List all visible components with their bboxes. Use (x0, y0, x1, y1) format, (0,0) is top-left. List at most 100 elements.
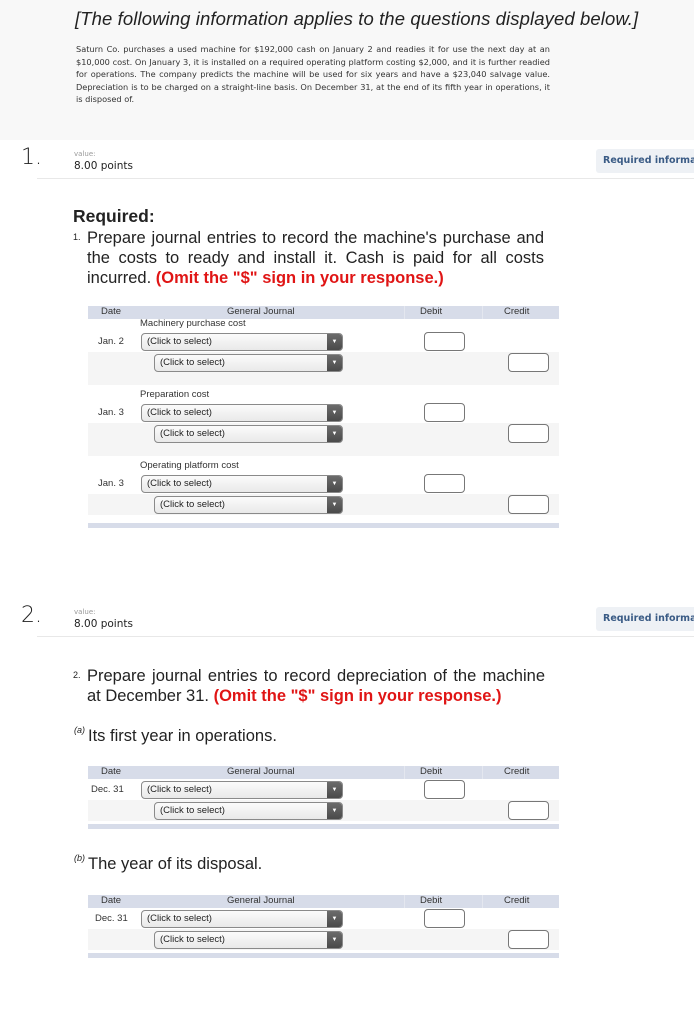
part-text: The year of its disposal. (88, 855, 263, 873)
row-spacer (88, 373, 559, 385)
required-information-button[interactable]: Required information (596, 149, 694, 173)
entry-description: Operating platform cost (140, 460, 239, 471)
credit-account-select[interactable]: (Click to select) ▼ (154, 931, 343, 949)
part-a-label: (a) Its first year in operations. (74, 725, 277, 746)
debit-account-select[interactable]: (Click to select) ▼ (141, 333, 343, 351)
debit-amount-input[interactable] (424, 780, 465, 799)
select-value: (Click to select) (160, 428, 225, 439)
prompt-instruction: (Omit the "$" sign in your response.) (155, 269, 444, 287)
header-credit: Credit (504, 306, 530, 317)
info-title: [The following information applies to th… (75, 8, 639, 29)
prompt-number: 2. (73, 670, 81, 680)
dropdown-arrow-icon[interactable]: ▼ (327, 911, 342, 927)
journal-table-q1: Date General Journal Debit Credit Machin… (88, 306, 559, 528)
header-debit: Debit (420, 766, 443, 777)
select-value: (Click to select) (147, 336, 212, 347)
journal-row-credit: (Click to select) ▼ (88, 800, 559, 821)
part-marker: (b) (74, 853, 85, 863)
part-text: Its first year in operations. (88, 727, 277, 745)
debit-account-select[interactable]: (Click to select) ▼ (141, 475, 343, 493)
select-value: (Click to select) (160, 357, 225, 368)
prompt-instruction: (Omit the "$" sign in your response.) (213, 687, 502, 705)
select-value: (Click to select) (160, 934, 225, 945)
entry-date: Dec. 31 (95, 913, 128, 924)
credit-account-select[interactable]: (Click to select) ▼ (154, 354, 343, 372)
debit-amount-input[interactable] (424, 909, 465, 928)
part-marker: (a) (74, 725, 85, 735)
credit-account-select[interactable]: (Click to select) ▼ (154, 496, 343, 514)
divider (37, 178, 694, 179)
entry-date: Dec. 31 (91, 784, 124, 795)
entry-description: Preparation cost (140, 389, 210, 400)
debit-account-select[interactable]: (Click to select) ▼ (141, 404, 343, 422)
credit-amount-input[interactable] (508, 424, 549, 443)
journal-row-debit: Jan. 3 (Click to select) ▼ (88, 473, 559, 494)
select-value: (Click to select) (160, 499, 225, 510)
required-information-button[interactable]: Required information (596, 607, 694, 631)
debit-amount-input[interactable] (424, 332, 465, 351)
credit-amount-input[interactable] (508, 801, 549, 820)
question-1-header: 1. value: 8.00 points Required informati… (0, 142, 694, 182)
journal-table-header: Date General Journal Debit Credit (88, 766, 559, 779)
dropdown-arrow-icon[interactable]: ▼ (327, 355, 342, 371)
question-1-prompt: 1. Prepare journal entries to record the… (73, 228, 544, 288)
info-panel: [The following information applies to th… (0, 0, 694, 140)
entry-date: Jan. 3 (98, 407, 124, 418)
header-general-journal: General Journal (227, 895, 295, 906)
header-credit: Credit (504, 895, 530, 906)
dropdown-arrow-icon[interactable]: ▼ (327, 932, 342, 948)
journal-row-credit: (Click to select) ▼ (88, 929, 559, 950)
credit-account-select[interactable]: (Click to select) ▼ (154, 425, 343, 443)
credit-amount-input[interactable] (508, 353, 549, 372)
dropdown-arrow-icon[interactable]: ▼ (327, 803, 342, 819)
debit-account-select[interactable]: (Click to select) ▼ (141, 781, 343, 799)
points-value: 8.00 points (74, 618, 133, 630)
header-credit: Credit (504, 766, 530, 777)
credit-amount-input[interactable] (508, 495, 549, 514)
required-heading: Required: (73, 206, 155, 226)
header-date: Date (101, 766, 122, 777)
dropdown-arrow-icon[interactable]: ▼ (327, 426, 342, 442)
select-value: (Click to select) (147, 478, 212, 489)
dropdown-arrow-icon[interactable]: ▼ (327, 405, 342, 421)
debit-account-select[interactable]: (Click to select) ▼ (141, 910, 343, 928)
dropdown-arrow-icon[interactable]: ▼ (327, 782, 342, 798)
debit-amount-input[interactable] (424, 403, 465, 422)
dropdown-arrow-icon[interactable]: ▼ (327, 476, 342, 492)
table-footer-band (88, 824, 559, 829)
select-value: (Click to select) (147, 407, 212, 418)
points-value: 8.00 points (74, 160, 133, 172)
question-2-header: 2. value: 8.00 points Required informati… (0, 600, 694, 640)
table-footer-band (88, 953, 559, 958)
entry-date: Jan. 3 (98, 478, 124, 489)
select-value: (Click to select) (147, 913, 212, 924)
prompt-number: 1. (73, 232, 81, 242)
journal-table-q2b: Date General Journal Debit Credit Dec. 3… (88, 895, 559, 958)
credit-account-select[interactable]: (Click to select) ▼ (154, 802, 343, 820)
journal-row-debit: Dec. 31 (Click to select) ▼ (88, 908, 559, 929)
journal-row-debit: Jan. 3 (Click to select) ▼ (88, 402, 559, 423)
dropdown-arrow-icon[interactable]: ▼ (327, 497, 342, 513)
value-label: value: (74, 608, 96, 616)
value-label: value: (74, 150, 96, 158)
entry-description: Machinery purchase cost (140, 318, 246, 329)
journal-row-debit: Jan. 2 (Click to select) ▼ (88, 331, 559, 352)
question-2-prompt: 2. Prepare journal entries to record dep… (73, 666, 545, 706)
table-footer-band (88, 523, 559, 528)
select-value: (Click to select) (160, 805, 225, 816)
entry-description-row: Operating platform cost (88, 460, 559, 473)
entry-date: Jan. 2 (98, 336, 124, 347)
entry-description-row: Preparation cost (88, 389, 559, 402)
dropdown-arrow-icon[interactable]: ▼ (327, 334, 342, 350)
header-general-journal: General Journal (227, 306, 295, 317)
debit-amount-input[interactable] (424, 474, 465, 493)
header-debit: Debit (420, 895, 443, 906)
journal-row-debit: Dec. 31 (Click to select) ▼ (88, 779, 559, 800)
journal-table-q2a: Date General Journal Debit Credit Dec. 3… (88, 766, 559, 829)
credit-amount-input[interactable] (508, 930, 549, 949)
question-number: 1. (21, 145, 42, 170)
select-value: (Click to select) (147, 784, 212, 795)
journal-row-credit: (Click to select) ▼ (88, 494, 559, 515)
header-general-journal: General Journal (227, 766, 295, 777)
header-debit: Debit (420, 306, 443, 317)
